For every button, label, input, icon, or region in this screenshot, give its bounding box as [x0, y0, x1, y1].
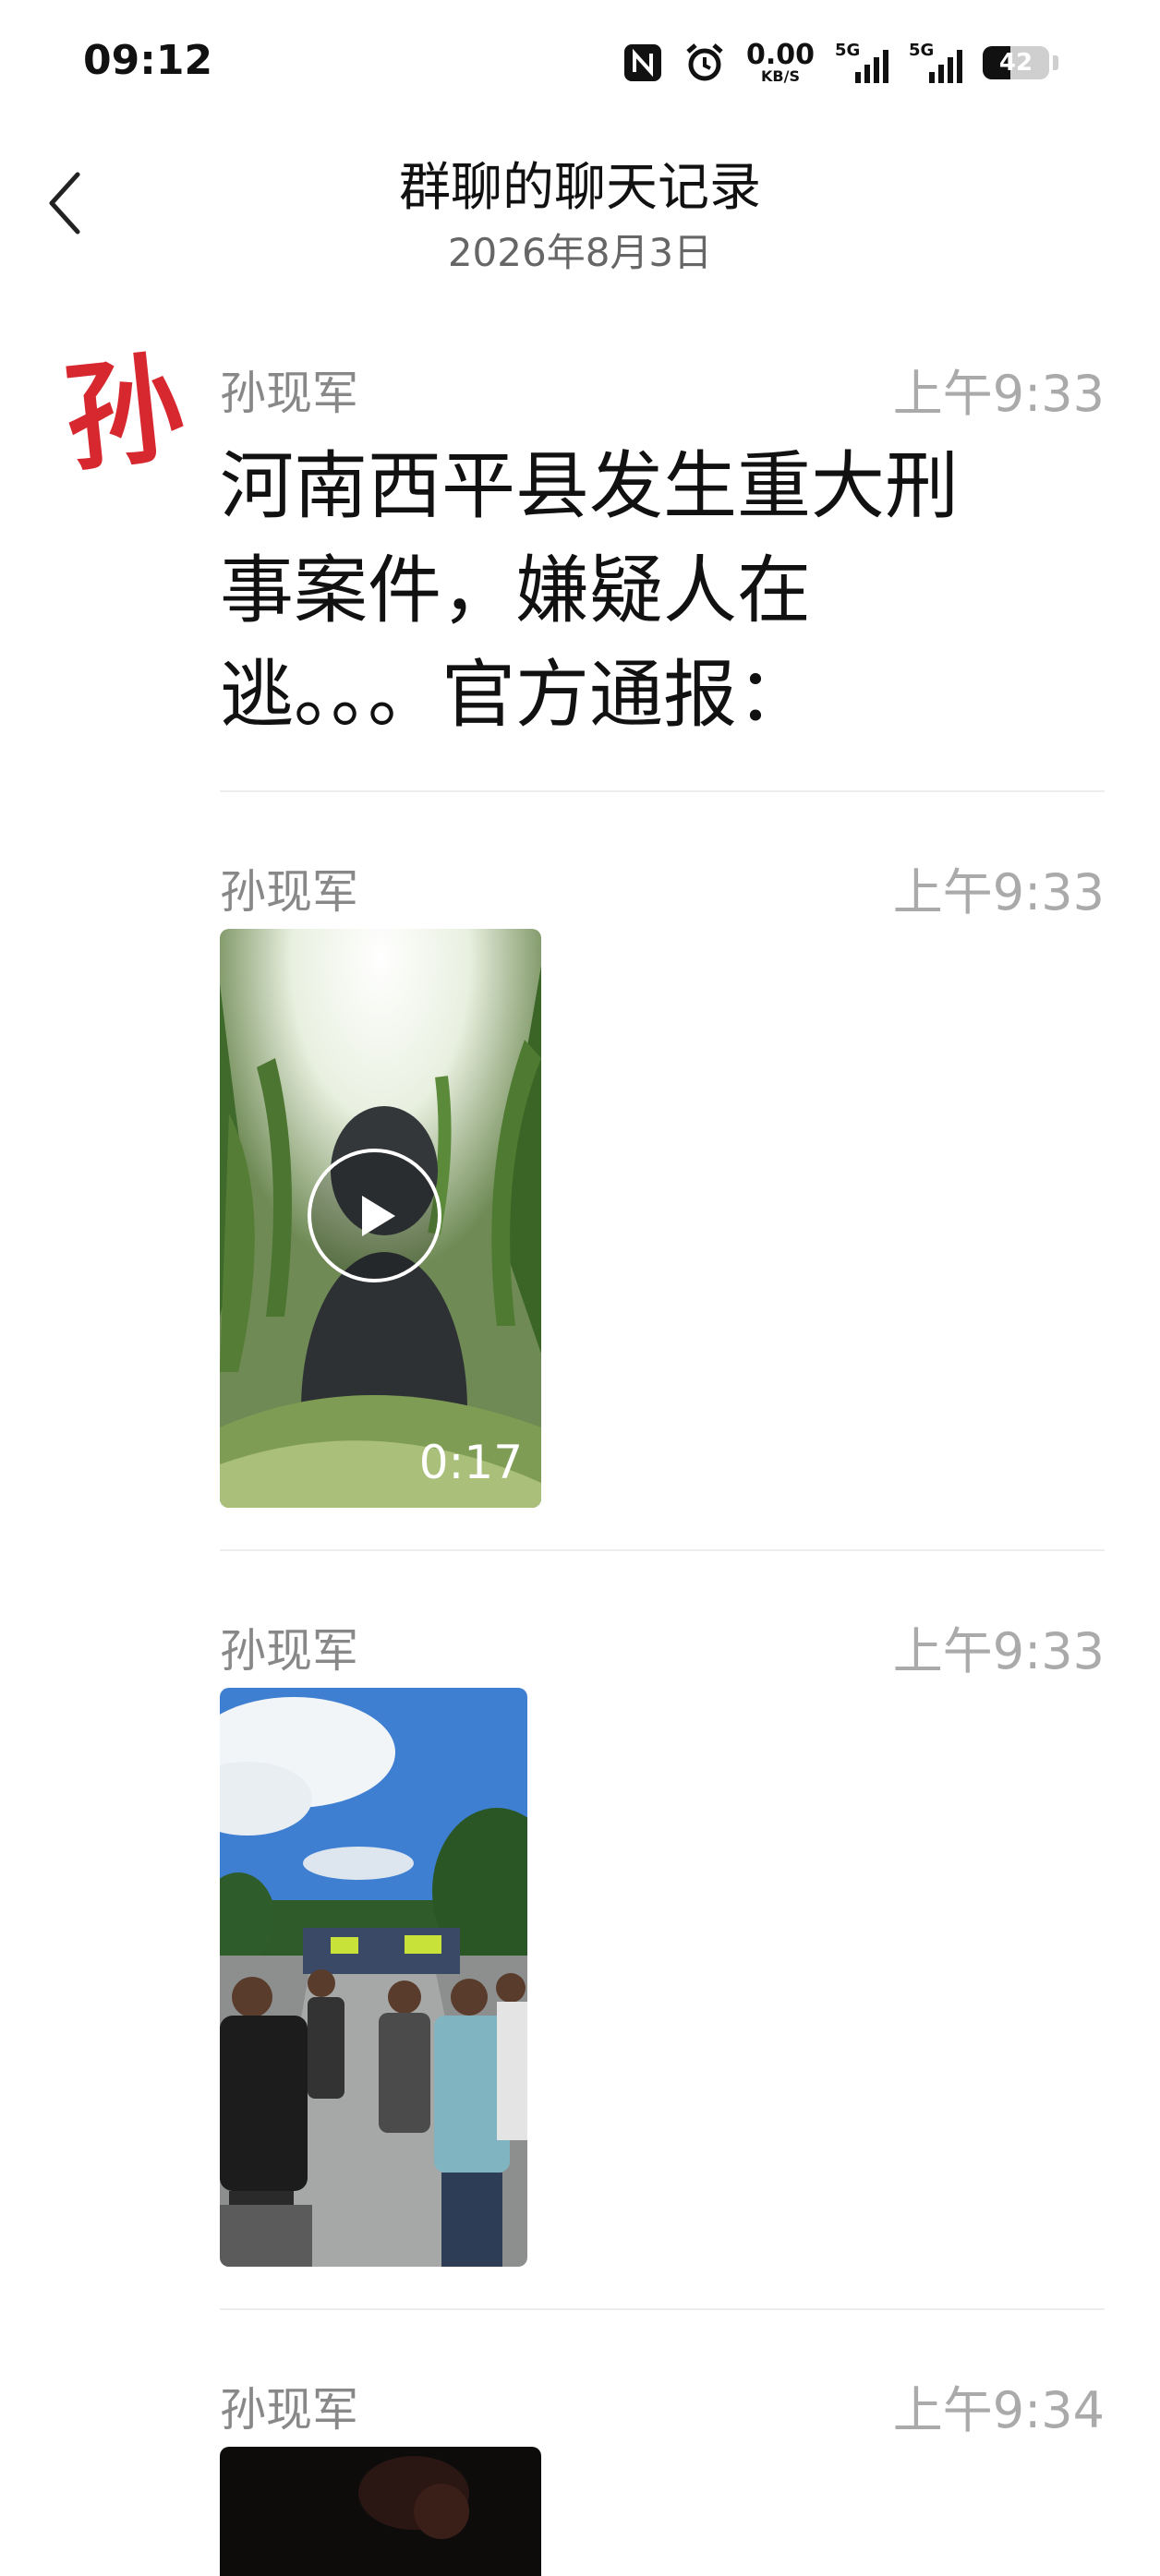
- battery-icon: 42: [983, 46, 1049, 79]
- sender-name: 孙现军: [220, 865, 358, 919]
- image-thumbnail[interactable]: [220, 1688, 527, 2267]
- message-text[interactable]: 河南西平县发生重大刑事案件，嫌疑人在逃。。。官方通报：: [220, 434, 977, 747]
- message-time: 上午9:33: [892, 365, 1105, 423]
- alarm-icon: [683, 42, 726, 84]
- page-title: 群聊的聊天记录: [399, 158, 761, 218]
- message-time: 上午9:34: [892, 2381, 1105, 2439]
- video-thumbnail[interactable]: 0:17: [220, 929, 541, 1508]
- video-thumbnail[interactable]: [220, 2447, 541, 2576]
- avatar-char: 孙: [58, 342, 190, 488]
- sender-name: 孙现军: [220, 2383, 358, 2437]
- net-speed-value: 0.00: [745, 39, 815, 71]
- page-date: 2026年8月3日: [447, 230, 713, 275]
- signal-sim1-icon: 5G: [835, 41, 888, 83]
- battery-cap: [1053, 55, 1058, 70]
- sender-name: 孙现军: [220, 367, 358, 420]
- battery-level: 42: [998, 49, 1033, 77]
- play-icon: [361, 1195, 395, 1236]
- avatar[interactable]: 孙: [51, 339, 199, 489]
- divider: [220, 1549, 1105, 1551]
- divider: [220, 2308, 1105, 2310]
- signal-sim2-icon: 5G: [909, 41, 962, 83]
- dark-video-image: [220, 2447, 541, 2576]
- message-time: 上午9:33: [892, 1622, 1105, 1680]
- net-speed: 0.00 KB/S: [746, 42, 815, 84]
- crowd-road-image: [220, 1688, 527, 2267]
- play-button[interactable]: [308, 1149, 441, 1282]
- message-time: 上午9:33: [892, 863, 1105, 921]
- nfc-icon: [622, 42, 663, 83]
- video-duration: 0:17: [418, 1436, 523, 1489]
- status-icons: 0.00 KB/S 5G 5G 42: [622, 35, 1058, 90]
- status-clock: 09:12: [83, 37, 213, 84]
- divider: [220, 790, 1105, 792]
- sender-name: 孙现军: [220, 1624, 358, 1678]
- net-speed-unit: KB/S: [761, 67, 800, 85]
- status-bar: 09:12 0.00 KB/S 5G 5G 42: [0, 0, 1160, 129]
